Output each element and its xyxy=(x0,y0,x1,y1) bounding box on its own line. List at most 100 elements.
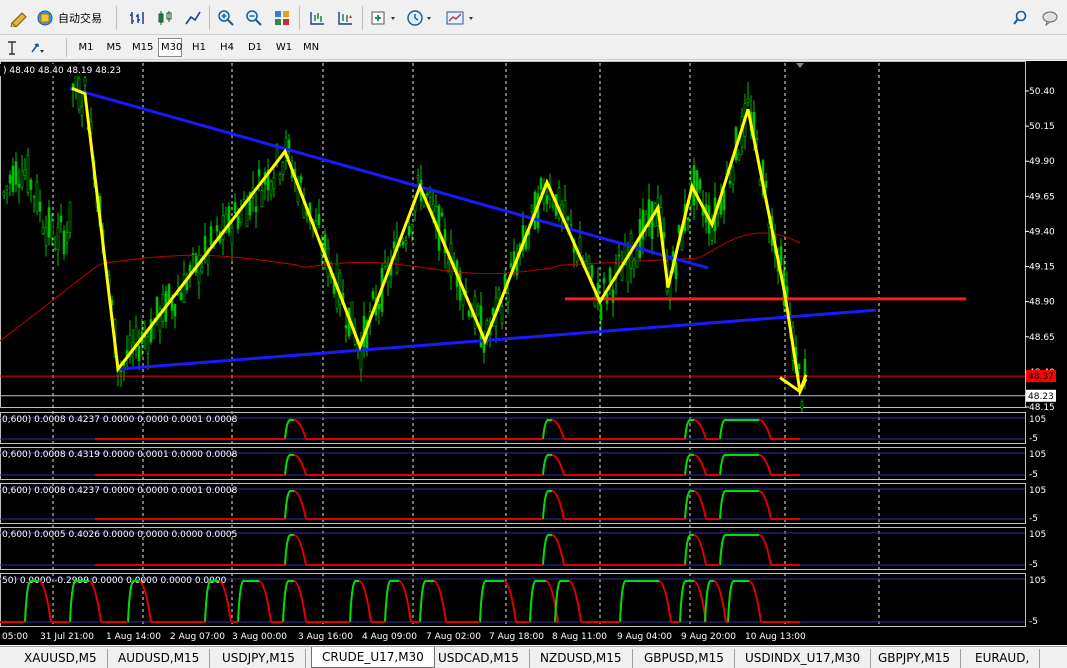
chart-tab[interactable]: CRUDE_U17,M30 xyxy=(311,647,435,668)
chart-tab[interactable]: NZDUSD,M15 xyxy=(530,649,633,668)
price-tick-label: 49.15 xyxy=(1029,263,1055,273)
indicator-bottom-label: -5 xyxy=(1029,560,1038,570)
chart-tab[interactable]: GBPJPY,M15 xyxy=(868,649,962,668)
candle-body xyxy=(221,215,225,240)
time-axis-label: 9 Aug 20:00 xyxy=(681,632,736,642)
zoom-out-icon[interactable] xyxy=(243,7,265,29)
candle-body xyxy=(254,206,258,212)
candle-body xyxy=(569,224,573,227)
candle-body xyxy=(755,137,759,140)
line-chart-icon[interactable] xyxy=(182,7,204,29)
candle-body xyxy=(404,240,408,245)
candle-body xyxy=(35,181,39,212)
candle-body xyxy=(731,166,735,185)
price-tick-label: 49.90 xyxy=(1029,157,1055,167)
candle-body xyxy=(461,294,465,306)
price-chart[interactable]: 50.40 50.15 49.90 49.65 49.40 49.15 48.90 48.65… xyxy=(0,61,1067,645)
candle-body xyxy=(416,175,420,179)
indicator-top-label: 105 xyxy=(1029,415,1046,425)
timeframe-m30-button[interactable]: M30 xyxy=(158,38,182,57)
timeframe-h4-button[interactable]: H4 xyxy=(215,38,239,57)
candlestick-chart-icon[interactable] xyxy=(154,7,176,29)
indicators-dropdown[interactable] xyxy=(369,7,399,29)
text-cursor-icon[interactable] xyxy=(2,37,22,59)
timeframe-h1-button[interactable]: H1 xyxy=(187,38,211,57)
arrows-dropdown[interactable] xyxy=(28,37,58,59)
candle-body xyxy=(272,176,276,190)
candle-body xyxy=(170,300,174,311)
zoom-in-icon[interactable] xyxy=(215,7,237,29)
indicator-fall xyxy=(293,419,307,440)
search-icon[interactable] xyxy=(1010,7,1030,29)
candle-body xyxy=(230,227,234,245)
indicator-rise xyxy=(479,579,504,623)
indicator-fall xyxy=(293,580,307,623)
price-tick-label: 48.15 xyxy=(1029,403,1055,413)
chart-tab[interactable]: EURAUD, xyxy=(965,649,1041,668)
candle-body xyxy=(758,180,762,186)
price-tick-label: 49.65 xyxy=(1029,192,1055,202)
candle-body xyxy=(23,169,27,176)
bar-chart-icon[interactable] xyxy=(126,7,148,29)
candle-body xyxy=(446,262,450,271)
candle-body xyxy=(38,201,42,212)
templates-dropdown[interactable] xyxy=(444,7,478,29)
periods-dropdown[interactable] xyxy=(405,7,435,29)
zigzag-arrow xyxy=(779,374,808,394)
candle-body xyxy=(392,241,396,249)
candle-body xyxy=(26,155,30,193)
chart-tab[interactable]: AUDUSD,M15 xyxy=(108,649,211,668)
candle-body xyxy=(467,310,471,317)
candle-body xyxy=(77,78,81,110)
candle-body xyxy=(134,325,138,346)
toolbar-separator xyxy=(362,6,363,30)
timeframe-toolbar: M1 M5 M15 M30 H1 H4 D1 W1 MN xyxy=(0,35,1067,60)
candle-body xyxy=(14,161,18,185)
indicator-top-label: 105 xyxy=(1029,530,1046,540)
candle-body xyxy=(137,345,141,362)
indicator-fall xyxy=(88,580,102,623)
indicator-fall xyxy=(258,580,272,623)
candle-body xyxy=(200,266,204,273)
candle-body xyxy=(269,181,273,196)
chart-tab[interactable]: USDJPY,M15 xyxy=(212,649,306,668)
candle-body xyxy=(233,202,237,214)
candle-body xyxy=(11,165,15,192)
timeframe-d1-button[interactable]: D1 xyxy=(243,38,267,57)
timeframe-m15-button[interactable]: M15 xyxy=(130,38,154,57)
chart-tab[interactable]: USDCAD,M15 xyxy=(428,649,530,668)
candle-body xyxy=(587,255,591,268)
time-axis-label: 3 Aug 00:00 xyxy=(232,632,287,642)
chart-tab[interactable]: USDINDX_U17,M30 xyxy=(735,649,872,668)
price-tick-label: 50.15 xyxy=(1029,122,1055,132)
timeframe-m5-button[interactable]: M5 xyxy=(102,38,126,57)
candle-body xyxy=(779,246,783,265)
timeframe-w1-button[interactable]: W1 xyxy=(272,38,296,57)
candle-body xyxy=(662,232,666,238)
auto-trading-button[interactable]: 自动交易 xyxy=(36,7,108,29)
indicator-fall xyxy=(658,580,672,623)
chart-shift-icon[interactable] xyxy=(306,7,328,29)
candle-body xyxy=(797,363,801,370)
indicator-fall xyxy=(758,534,772,566)
candle-body xyxy=(674,261,678,280)
candle-body xyxy=(20,170,24,188)
current-price-label: 48.37 xyxy=(1028,372,1054,382)
community-icon[interactable] xyxy=(1040,7,1062,29)
candle-body xyxy=(50,220,54,239)
timeframe-mn-button[interactable]: MN xyxy=(299,38,323,57)
time-axis-label: 31 Jul 21:00 xyxy=(40,632,94,642)
indicator-bottom-label: -5 xyxy=(1029,617,1038,627)
auto-scroll-icon[interactable] xyxy=(334,7,356,29)
candle-body xyxy=(245,202,249,228)
chart-tab[interactable]: GBPUSD,M15 xyxy=(634,649,735,668)
indicator-fall xyxy=(758,454,772,476)
chart-tab[interactable]: XAUUSD,M5 xyxy=(14,649,108,668)
toolbar-separator xyxy=(116,6,117,30)
tile-windows-icon[interactable] xyxy=(271,7,293,29)
chart-window[interactable]: 50.40 50.15 49.90 49.65 49.40 49.15 48.90 48.65… xyxy=(0,61,1067,645)
timeframe-m1-button[interactable]: M1 xyxy=(74,38,98,57)
candle-body xyxy=(476,305,480,315)
pencil-eraser-icon[interactable] xyxy=(8,7,30,29)
indicator-rise xyxy=(719,418,759,440)
